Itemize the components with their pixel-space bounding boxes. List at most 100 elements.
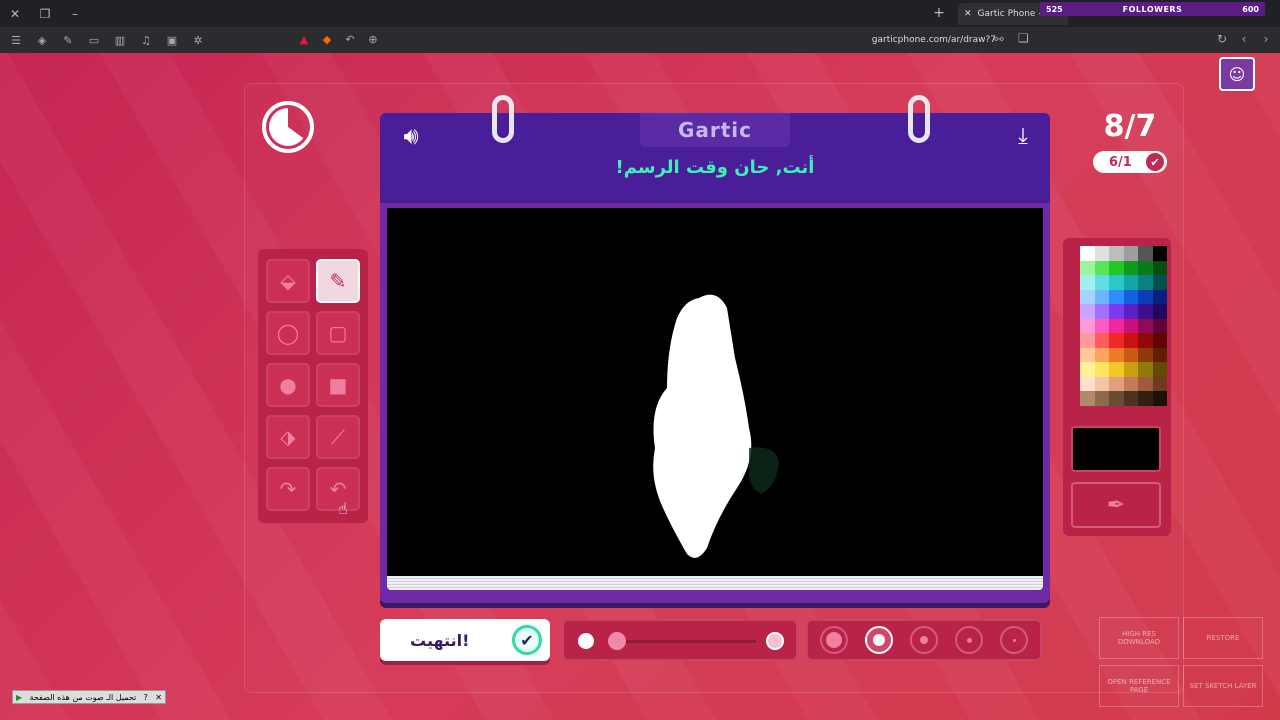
restore-button[interactable]: RESTORE [1183,617,1263,659]
color-swatch[interactable] [1094,318,1109,333]
color-swatch[interactable] [1152,260,1167,275]
color-swatch[interactable] [1138,347,1153,362]
eraser-tool-icon[interactable]: ⬙ [266,259,310,303]
brush-size-md[interactable] [910,626,938,654]
color-swatch[interactable] [1109,289,1124,304]
color-swatch[interactable] [1094,304,1109,319]
color-swatch[interactable] [1109,260,1124,275]
color-swatch[interactable] [1123,275,1138,290]
color-swatch[interactable] [1138,318,1153,333]
color-swatch[interactable] [1152,246,1167,261]
shield-icon[interactable]: ◈ [32,30,52,50]
pin-icon[interactable]: ✎ [58,30,78,50]
download-icon[interactable]: ⤓ [1008,121,1038,151]
color-swatch[interactable] [1094,246,1109,261]
color-swatch[interactable] [1080,246,1095,261]
color-swatch[interactable] [1138,362,1153,377]
forward-icon[interactable]: › [1258,29,1274,49]
color-swatch[interactable] [1094,289,1109,304]
opacity-slider[interactable] [562,619,798,661]
set-sketch-layer-button[interactable]: SET SKETCH LAYER [1183,665,1263,707]
color-swatch[interactable] [1080,304,1095,319]
color-swatch[interactable] [1152,275,1167,290]
close-popup-icon[interactable]: ✕ [155,693,162,702]
color-swatch[interactable] [1138,376,1153,391]
color-swatch[interactable] [1152,304,1167,319]
music-icon[interactable]: ♫ [136,30,156,50]
color-swatch[interactable] [1094,376,1109,391]
color-swatch[interactable] [1152,362,1167,377]
play-icon[interactable]: ▶ [16,693,22,702]
color-swatch[interactable] [1080,376,1095,391]
color-swatch[interactable] [1080,362,1095,377]
extension-popup-bar[interactable]: ▶ تحميل الـ صوت من هذه الصفحة ? ✕ [12,690,166,704]
color-swatch[interactable] [1138,304,1153,319]
color-swatch[interactable] [1138,260,1153,275]
color-swatch[interactable] [1080,391,1095,406]
color-swatches[interactable] [1080,246,1168,406]
brave-icon[interactable]: ▲ [295,30,313,48]
color-swatch[interactable] [1094,333,1109,348]
color-swatch[interactable] [1123,362,1138,377]
color-swatch[interactable] [1094,275,1109,290]
line-tool-icon[interactable]: ⟋ [316,415,360,459]
extension-icon[interactable]: ✲ [188,30,208,50]
color-swatch[interactable] [1152,347,1167,362]
pencil-tool-icon[interactable]: ✎ [316,259,360,303]
done-button[interactable]: انتهيت! ✔ [380,619,550,661]
color-swatch[interactable] [1152,318,1167,333]
brush-size-lg[interactable] [865,626,893,654]
color-swatch[interactable] [1123,376,1138,391]
color-swatch[interactable] [1080,289,1095,304]
color-swatch[interactable] [1152,391,1167,406]
close-window-icon[interactable]: ✕ [0,0,30,27]
help-icon[interactable]: ? [144,693,148,702]
color-swatch[interactable] [1080,318,1095,333]
minimize-window-icon[interactable]: – [60,0,90,27]
color-swatch[interactable] [1123,289,1138,304]
color-swatch[interactable] [1138,333,1153,348]
link-icon[interactable]: ⚯ [990,30,1008,48]
color-swatch[interactable] [1109,347,1124,362]
color-swatch[interactable] [1123,347,1138,362]
opacity-handle[interactable] [608,632,626,650]
color-swatch[interactable] [1080,333,1095,348]
color-swatch[interactable] [1109,376,1124,391]
color-swatch[interactable] [1094,260,1109,275]
brush-size-xs[interactable] [1000,626,1028,654]
color-swatch[interactable] [1138,391,1153,406]
speaker-icon[interactable]: 🔊︎ [394,121,428,151]
back-arrow-icon[interactable]: ↶ [341,30,359,48]
color-swatch[interactable] [1109,391,1124,406]
color-swatch[interactable] [1123,333,1138,348]
drawing-canvas[interactable] [387,208,1043,576]
color-swatch[interactable] [1109,275,1124,290]
color-swatch[interactable] [1080,260,1095,275]
color-swatch[interactable] [1123,318,1138,333]
high-res-download-button[interactable]: HIGH RES DOWNLOAD [1099,617,1179,659]
color-swatch[interactable] [1152,376,1167,391]
color-swatch[interactable] [1109,304,1124,319]
ellipse-outline-tool-icon[interactable]: ◯ [266,311,310,355]
panel-icon[interactable]: ▣ [162,30,182,50]
menu-icon[interactable]: ☰ [6,30,26,50]
color-swatch[interactable] [1138,289,1153,304]
restore-window-icon[interactable]: ❐ [30,0,60,27]
brave-shield-icon[interactable]: ◆ [318,30,336,48]
back-icon[interactable]: ‹ [1236,29,1252,49]
address-bar[interactable]: garticphone.com/ar/draw?7 [860,31,1000,49]
color-swatch[interactable] [1080,275,1095,290]
color-swatch[interactable] [1109,246,1124,261]
color-swatch[interactable] [1094,391,1109,406]
color-swatch[interactable] [1080,347,1095,362]
color-swatch[interactable] [1138,246,1153,261]
redo-icon[interactable]: ↷ [266,467,310,511]
color-swatch[interactable] [1123,304,1138,319]
sidebar-icon[interactable]: ▥ [110,30,130,50]
zoom-icon[interactable]: ⊕ [364,30,382,48]
eyedropper-icon[interactable]: ✒ [1071,482,1161,528]
rectangle-outline-tool-icon[interactable]: ▢ [316,311,360,355]
color-swatch[interactable] [1094,362,1109,377]
reload-icon[interactable]: ↻ [1214,29,1230,49]
color-swatch[interactable] [1123,246,1138,261]
